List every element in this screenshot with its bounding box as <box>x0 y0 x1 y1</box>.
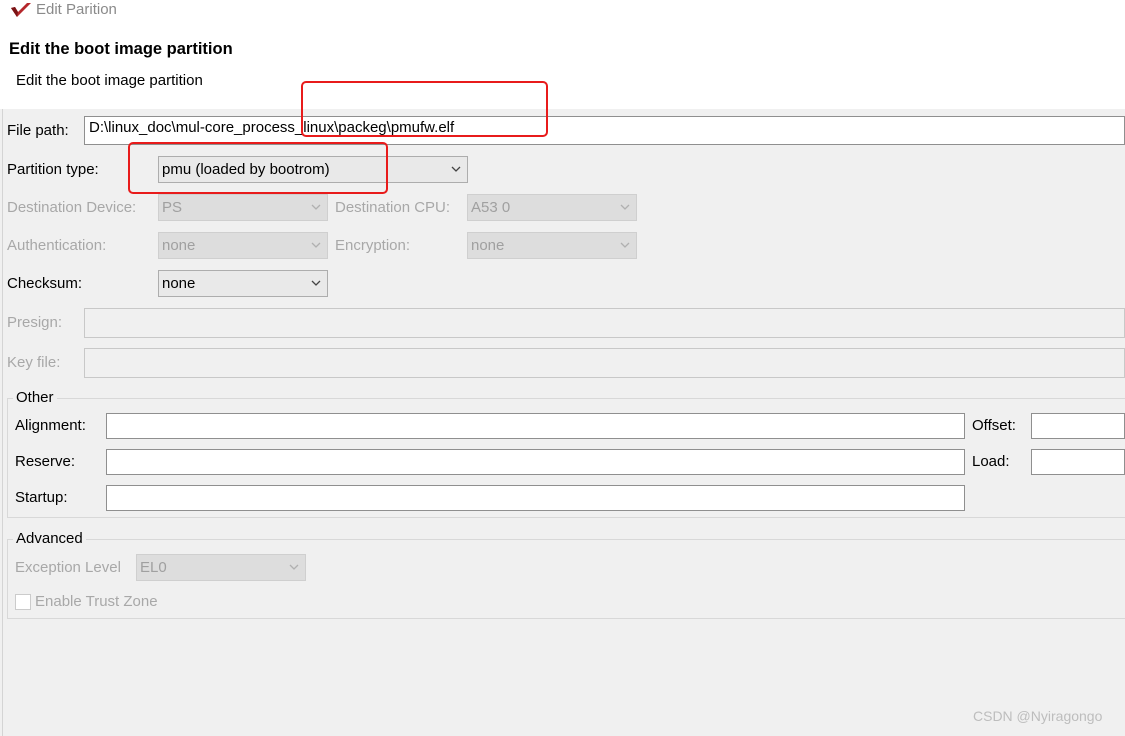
startup-label: Startup: <box>15 489 68 506</box>
exception-level-select[interactable]: EL0 <box>136 554 306 581</box>
chevron-down-icon <box>311 242 321 248</box>
destination-cpu-value: A53 0 <box>471 199 511 216</box>
file-path-label: File path: <box>7 122 69 139</box>
authentication-value: none <box>162 237 196 254</box>
offset-input[interactable] <box>1031 413 1125 439</box>
chevron-down-icon <box>289 564 299 570</box>
chevron-down-icon <box>451 166 461 172</box>
file-path-input[interactable]: D:\linux_doc\mul-core_process_linux\pack… <box>84 116 1125 145</box>
chevron-down-icon <box>620 242 630 248</box>
load-label: Load: <box>972 453 1010 470</box>
dialog-subtitle: Edit the boot image partition <box>16 72 203 89</box>
trust-zone-label: Enable Trust Zone <box>35 593 158 610</box>
startup-input[interactable] <box>106 485 965 511</box>
trust-zone-checkbox[interactable] <box>15 594 31 610</box>
key-file-label: Key file: <box>7 354 61 371</box>
window-title: Edit Parition <box>36 1 117 18</box>
encryption-select[interactable]: none <box>467 232 637 259</box>
destination-cpu-select[interactable]: A53 0 <box>467 194 637 221</box>
other-group-title: Other <box>13 389 57 406</box>
encryption-value: none <box>471 237 505 254</box>
checksum-label: Checksum: <box>7 275 83 292</box>
annotation-highlight-box <box>128 142 388 194</box>
watermark: CSDN @Nyiragongo <box>973 708 1103 724</box>
offset-label: Offset: <box>972 417 1016 434</box>
chevron-down-icon <box>311 204 321 210</box>
load-input[interactable] <box>1031 449 1125 475</box>
destination-device-value: PS <box>162 199 183 216</box>
alignment-label: Alignment: <box>15 417 86 434</box>
checksum-select[interactable]: none <box>158 270 328 297</box>
app-logo-icon <box>10 2 32 20</box>
presign-label: Presign: <box>7 314 63 331</box>
checksum-value: none <box>162 275 196 292</box>
authentication-label: Authentication: <box>7 237 107 254</box>
destination-device-label: Destination Device: <box>7 199 137 216</box>
exception-level-label: Exception Level <box>15 559 121 576</box>
key-file-input[interactable] <box>84 348 1125 378</box>
advanced-group-title: Advanced <box>13 530 86 547</box>
partition-type-label: Partition type: <box>7 161 99 178</box>
divider <box>2 109 3 736</box>
destination-device-select[interactable]: PS <box>158 194 328 221</box>
dialog-title: Edit the boot image partition <box>9 40 233 58</box>
alignment-input[interactable] <box>106 413 965 439</box>
reserve-input[interactable] <box>106 449 965 475</box>
chevron-down-icon <box>311 280 321 286</box>
authentication-select[interactable]: none <box>158 232 328 259</box>
chevron-down-icon <box>620 204 630 210</box>
exception-level-value: EL0 <box>140 559 167 576</box>
presign-input[interactable] <box>84 308 1125 338</box>
encryption-label: Encryption: <box>335 237 411 254</box>
annotation-highlight-box <box>301 81 548 137</box>
reserve-label: Reserve: <box>15 453 76 470</box>
destination-cpu-label: Destination CPU: <box>335 199 451 216</box>
